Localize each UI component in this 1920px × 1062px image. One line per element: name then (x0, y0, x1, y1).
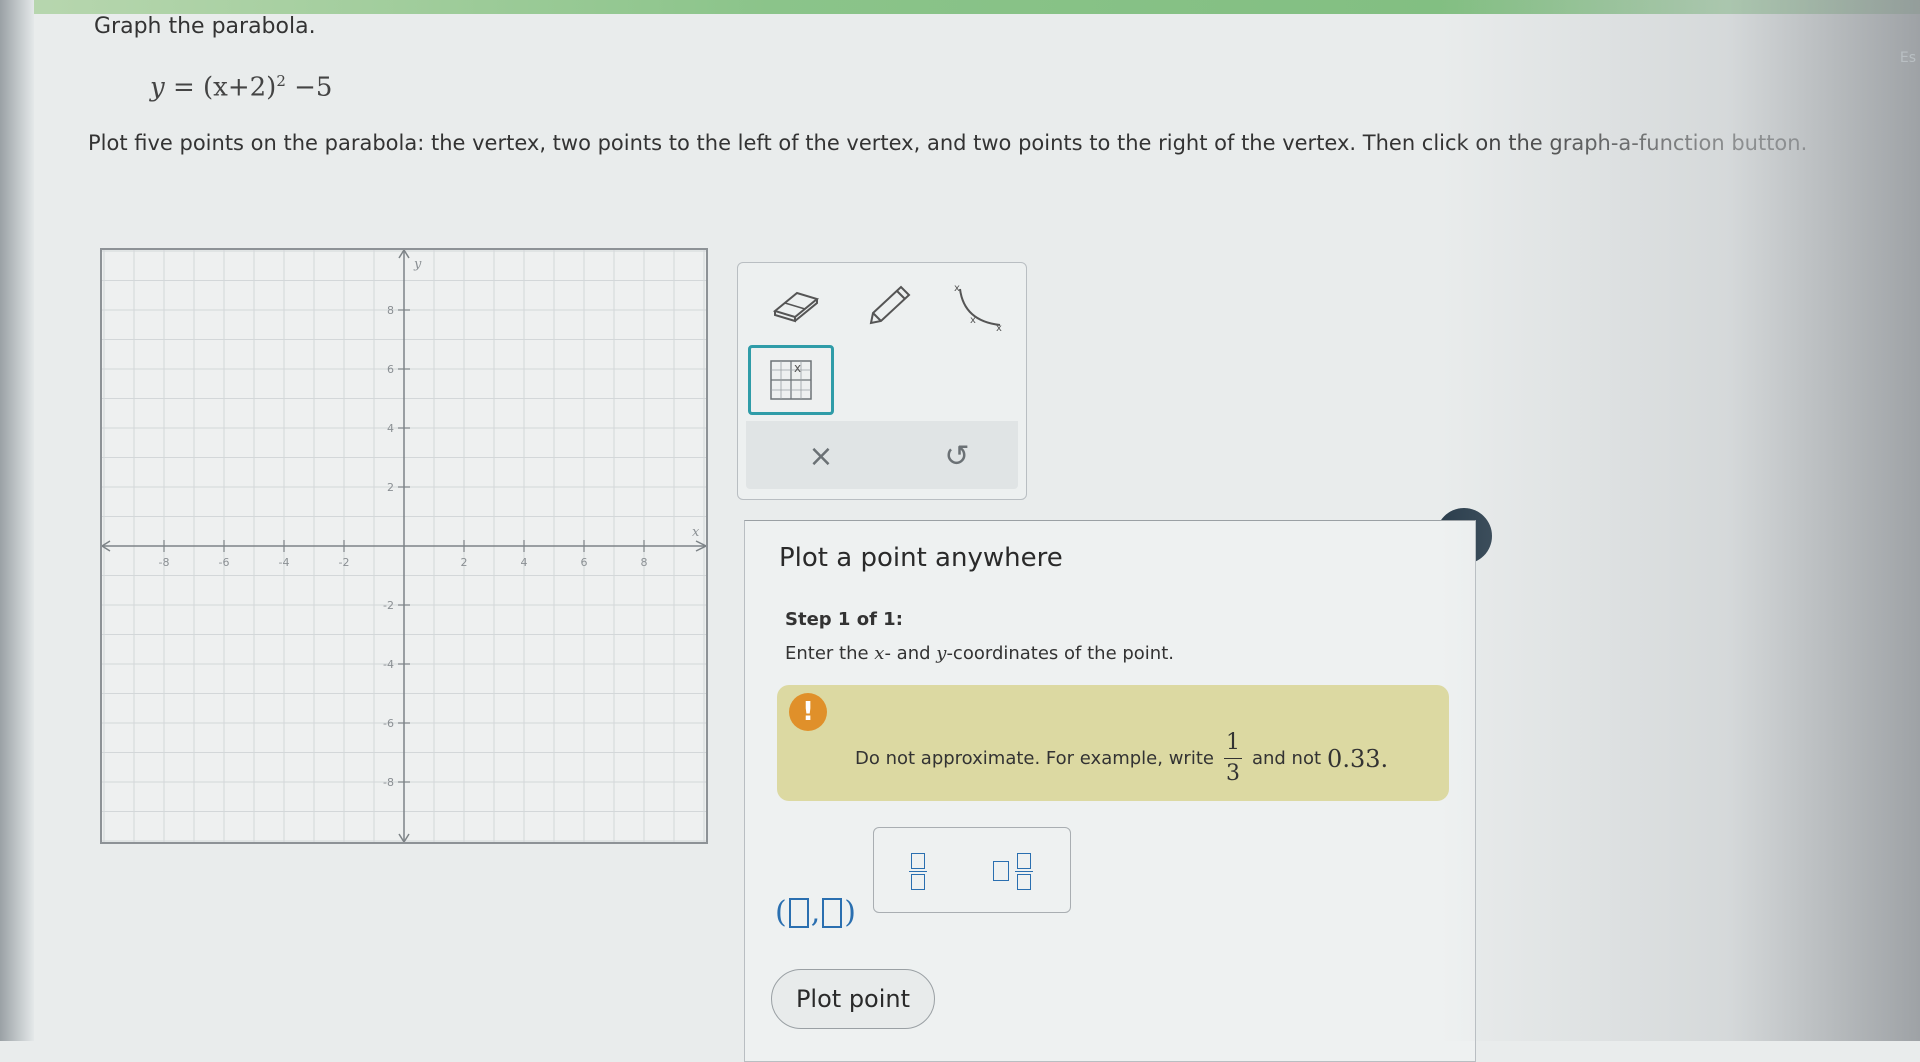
equation-lhs: y (150, 72, 165, 103)
step-text-part: -coordinates of the point. (946, 643, 1174, 664)
example-decimal: 0.33. (1327, 744, 1389, 773)
svg-text:x: x (954, 283, 960, 294)
svg-text:x: x (794, 361, 801, 375)
fraction-icon (909, 852, 927, 890)
x-tick-label: 6 (581, 556, 588, 569)
warning-and-not: and not (1251, 748, 1322, 769)
left-edge (0, 0, 34, 1041)
panel-title: Plot a point anywhere (779, 543, 1063, 573)
plot-point-panel: Plot a point anywhere Step 1 of 1: Enter… (744, 520, 1476, 1062)
x-tick-label: 4 (521, 556, 528, 569)
x-axis-label: x (692, 525, 700, 540)
plot-point-button[interactable]: Plot point (771, 969, 935, 1029)
y-axis-label: y (413, 257, 422, 272)
y-tick-label: 8 (387, 304, 394, 317)
pencil-tool-button[interactable] (858, 281, 918, 329)
eraser-icon (772, 291, 820, 323)
x-coordinate-box[interactable] (788, 897, 809, 928)
problem-instructions: Plot five points on the parabola: the ve… (88, 131, 1808, 155)
y-coordinate-box[interactable] (822, 897, 843, 928)
graph-function-button[interactable]: x x x (948, 279, 1008, 335)
y-tick-label: -6 (383, 717, 394, 730)
y-tick-label: -4 (383, 658, 394, 671)
x-tick-label: -2 (339, 556, 350, 569)
step-y-var: y (936, 643, 947, 664)
step-text-part: - and (884, 643, 937, 664)
y-tick-label: 2 (387, 481, 394, 494)
graph-toolbox: x x x x × ↺ (737, 262, 1027, 500)
toolbox-actions: × ↺ (746, 421, 1018, 489)
warning-text: Do not approximate. For example, write 1… (855, 731, 1388, 786)
grid-canvas[interactable]: -8 -6 -4 -2 2 4 6 8 8 6 4 2 -2 -4 -6 -8 x y (102, 250, 706, 842)
equation-equals: = (172, 72, 195, 103)
x-tick-label: 2 (461, 556, 468, 569)
problem-title: Graph the parabola. (94, 14, 316, 39)
parabola-equation: y = (x+2)2 −5 (150, 72, 332, 103)
y-tick-label: 4 (387, 422, 394, 435)
plot-point-tool-button[interactable]: x (748, 345, 834, 415)
equation-tail: −5 (294, 72, 333, 103)
pencil-icon (869, 285, 911, 325)
plot-point-icon: x (770, 360, 812, 400)
warning-icon: ! (789, 693, 827, 731)
equation-base: (x+2) (203, 72, 277, 103)
right-edge-text: Es (1899, 50, 1916, 66)
warning-message: Do not approximate. For example, write (855, 748, 1214, 769)
y-tick-label: 6 (387, 363, 394, 376)
y-tick-label: -2 (383, 599, 394, 612)
top-progress-bar (0, 0, 1920, 14)
fraction-numerator: 1 (1225, 730, 1240, 755)
coordinate-input[interactable]: (,) (775, 895, 856, 930)
equation-exponent: 2 (276, 72, 286, 90)
coordinate-grid[interactable]: -8 -6 -4 -2 2 4 6 8 8 6 4 2 -2 -4 -6 -8 x y (100, 248, 708, 844)
mixed-number-icon (991, 852, 1033, 890)
y-tick-label: -8 (383, 776, 394, 789)
step-text-part: Enter the (785, 643, 875, 664)
example-fraction: 1 3 (1223, 730, 1242, 786)
step-instructions: Enter the x- and y-coordinates of the po… (785, 643, 1174, 664)
close-icon: × (808, 438, 834, 474)
clear-button[interactable]: × (796, 431, 846, 481)
eraser-tool-button[interactable] (768, 281, 824, 329)
fraction-denominator: 3 (1225, 761, 1240, 786)
undo-button[interactable]: ↺ (932, 431, 982, 481)
x-tick-label: -8 (159, 556, 170, 569)
svg-text:x: x (970, 315, 976, 326)
x-tick-label: 8 (641, 556, 648, 569)
x-tick-label: -6 (219, 556, 230, 569)
undo-icon: ↺ (944, 438, 970, 474)
math-palette (873, 827, 1071, 913)
step-label: Step 1 of 1: (785, 609, 903, 630)
approximation-warning: ! Do not approximate. For example, write… (777, 685, 1449, 801)
step-x-var: x (874, 643, 885, 664)
x-tick-label: -4 (279, 556, 290, 569)
graph-function-icon: x x x (954, 283, 1002, 333)
mixed-number-button[interactable] (982, 844, 1042, 898)
fraction-button[interactable] (888, 844, 948, 898)
svg-text:x: x (996, 323, 1002, 333)
